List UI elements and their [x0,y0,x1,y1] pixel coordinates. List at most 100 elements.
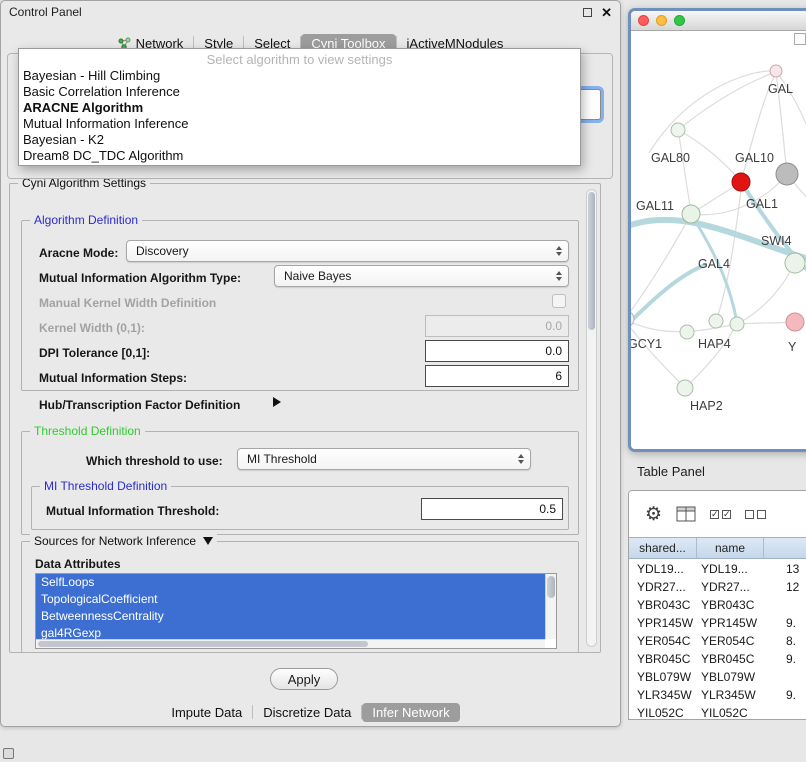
close-traffic-icon[interactable] [638,15,649,26]
network-edge-highlighted[interactable] [631,265,705,331]
aracne-mode-select[interactable]: Discovery [126,240,569,262]
gear-icon[interactable]: ⚙ [645,505,662,524]
apply-button[interactable]: Apply [270,668,338,690]
close-icon[interactable]: ✕ [601,6,612,19]
table-row[interactable]: YER054CYER054C8. [629,632,806,650]
network-node[interactable] [732,173,750,191]
sources-group-title-row: Sources for Network Inference [30,534,217,548]
network-window-titlebar[interactable] [631,11,806,31]
data-attributes-list[interactable]: SelfLoopsTopologicalCoefficientBetweenne… [35,573,557,649]
network-node[interactable] [671,123,685,137]
attribute-item[interactable]: BetweennessCentrality [36,608,545,625]
combo-arrows-icon [556,246,562,256]
algorithm-option[interactable]: Mutual Information Inference [19,116,580,132]
bottom-tab-infer-network[interactable]: Infer Network [362,703,459,722]
network-node[interactable] [786,313,804,331]
network-node[interactable] [682,205,700,223]
attribute-item[interactable]: SelfLoops [36,574,545,591]
sources-title[interactable]: Sources for Network Inference [34,534,196,548]
network-edge[interactable] [776,71,806,131]
column-header[interactable]: name [697,538,764,558]
control-panel-titlebar[interactable]: Control Panel ✕ [1,1,620,23]
table-row[interactable]: YLR345WYLR345W9. [629,686,806,704]
table-cell: 13 [764,560,806,578]
canvas-scroll-corner[interactable] [794,33,806,45]
algorithm-option[interactable]: Dream8 DC_TDC Algorithm [19,148,580,164]
table-cell: 8. [764,632,806,650]
table-row[interactable]: YDL19...YDL19...13 [629,560,806,578]
table-cell: YDR27... [629,578,697,596]
dpi-tolerance-input[interactable]: 0.0 [425,340,569,362]
network-node-label: GAL80 [651,151,690,165]
zoom-traffic-icon[interactable] [674,15,685,26]
table-cell: YDL19... [697,560,764,578]
deselect-all-columns-icon[interactable] [745,510,766,519]
attr-list-hscroll-thumb[interactable] [38,641,368,647]
dpi-tolerance-value: 0.0 [545,344,562,358]
network-edge[interactable] [649,71,776,153]
manual-kernel-checkbox[interactable] [552,294,566,308]
attribute-item[interactable]: TopologicalCoefficient [36,591,545,608]
apply-button-label: Apply [288,672,321,687]
expand-arrow-icon[interactable] [273,397,281,407]
network-node[interactable] [776,163,798,185]
hub-section-label[interactable]: Hub/Transcription Factor Definition [39,398,240,412]
table-row[interactable]: YDR27...YDR27...12 [629,578,806,596]
network-node-label: Y [788,340,797,354]
table-header: shared...name [629,537,806,559]
network-node[interactable] [709,314,723,328]
network-edge[interactable] [716,191,741,321]
network-edge[interactable] [739,263,795,323]
algorithm-option[interactable]: Bayesian - K2 [19,132,580,148]
collapsed-panel-icon[interactable] [3,748,14,759]
table-row[interactable]: YIL052CYIL052C [629,704,806,719]
network-node-label: GAL1 [746,197,778,211]
network-edge[interactable] [678,72,776,130]
table-row[interactable]: YBR043CYBR043C [629,596,806,614]
attr-list-vscroll-thumb[interactable] [547,576,555,598]
attr-list-vscrollbar[interactable] [545,574,556,639]
bottom-tab-discretize-data[interactable]: Discretize Data [253,703,361,722]
algorithm-option[interactable]: Basic Correlation Inference [19,84,580,100]
network-edge[interactable] [678,130,691,213]
settings-scrollbar[interactable] [586,189,597,647]
table-row[interactable]: YPR145WYPR145W9. [629,614,806,632]
mi-steps-value: 6 [555,369,562,383]
bottom-tab-impute-data[interactable]: Impute Data [161,703,252,722]
minimize-traffic-icon[interactable] [656,15,667,26]
network-node[interactable] [677,380,693,396]
kernel-width-input[interactable]: 0.0 [425,315,569,337]
network-node[interactable] [770,65,782,77]
algorithm-option[interactable]: ARACNE Algorithm [19,100,580,116]
mi-type-select[interactable]: Naive Bayes [274,265,569,287]
network-node[interactable] [730,317,744,331]
network-edge[interactable] [631,214,691,319]
float-window-icon[interactable] [583,8,592,17]
mi-steps-input[interactable]: 6 [425,365,569,387]
network-node[interactable] [631,311,634,327]
kernel-width-label: Kernel Width (0,1): [39,321,145,335]
which-threshold-select[interactable]: MI Threshold [237,448,531,470]
attr-list-hscrollbar[interactable] [36,639,545,648]
network-canvas[interactable]: GALGAL80GAL10GAL11GAL1SWI4GAL4GCY1HAP4YH… [631,31,806,449]
tab-label: Infer Network [372,705,449,720]
which-threshold-label: Which threshold to use: [86,454,223,468]
collapse-arrow-icon[interactable] [203,537,213,545]
mi-threshold-input[interactable]: 0.5 [421,498,563,520]
algorithm-option[interactable]: Bayesian - Hill Climbing [19,68,580,84]
table-row[interactable]: YBL079WYBL079W [629,668,806,686]
column-header[interactable] [764,538,806,558]
table-panel-window: ⚙ shared...name YDL19...YDL19...13YDR27.… [628,490,806,720]
columns-icon[interactable] [676,506,696,522]
table-row[interactable]: YBR045CYBR045C9. [629,650,806,668]
network-node[interactable] [785,253,805,273]
algorithm-definition-title: Algorithm Definition [30,213,142,227]
select-all-columns-icon[interactable] [710,510,731,519]
network-node-label: GAL10 [735,151,774,165]
settings-scrollbar-thumb[interactable] [588,192,595,330]
table-cell: YER054C [629,632,697,650]
table-cell: YLR345W [697,686,764,704]
network-node[interactable] [680,325,694,339]
column-header[interactable]: shared... [629,538,697,558]
network-graph[interactable]: GALGAL80GAL10GAL11GAL1SWI4GAL4GCY1HAP4YH… [631,31,806,449]
